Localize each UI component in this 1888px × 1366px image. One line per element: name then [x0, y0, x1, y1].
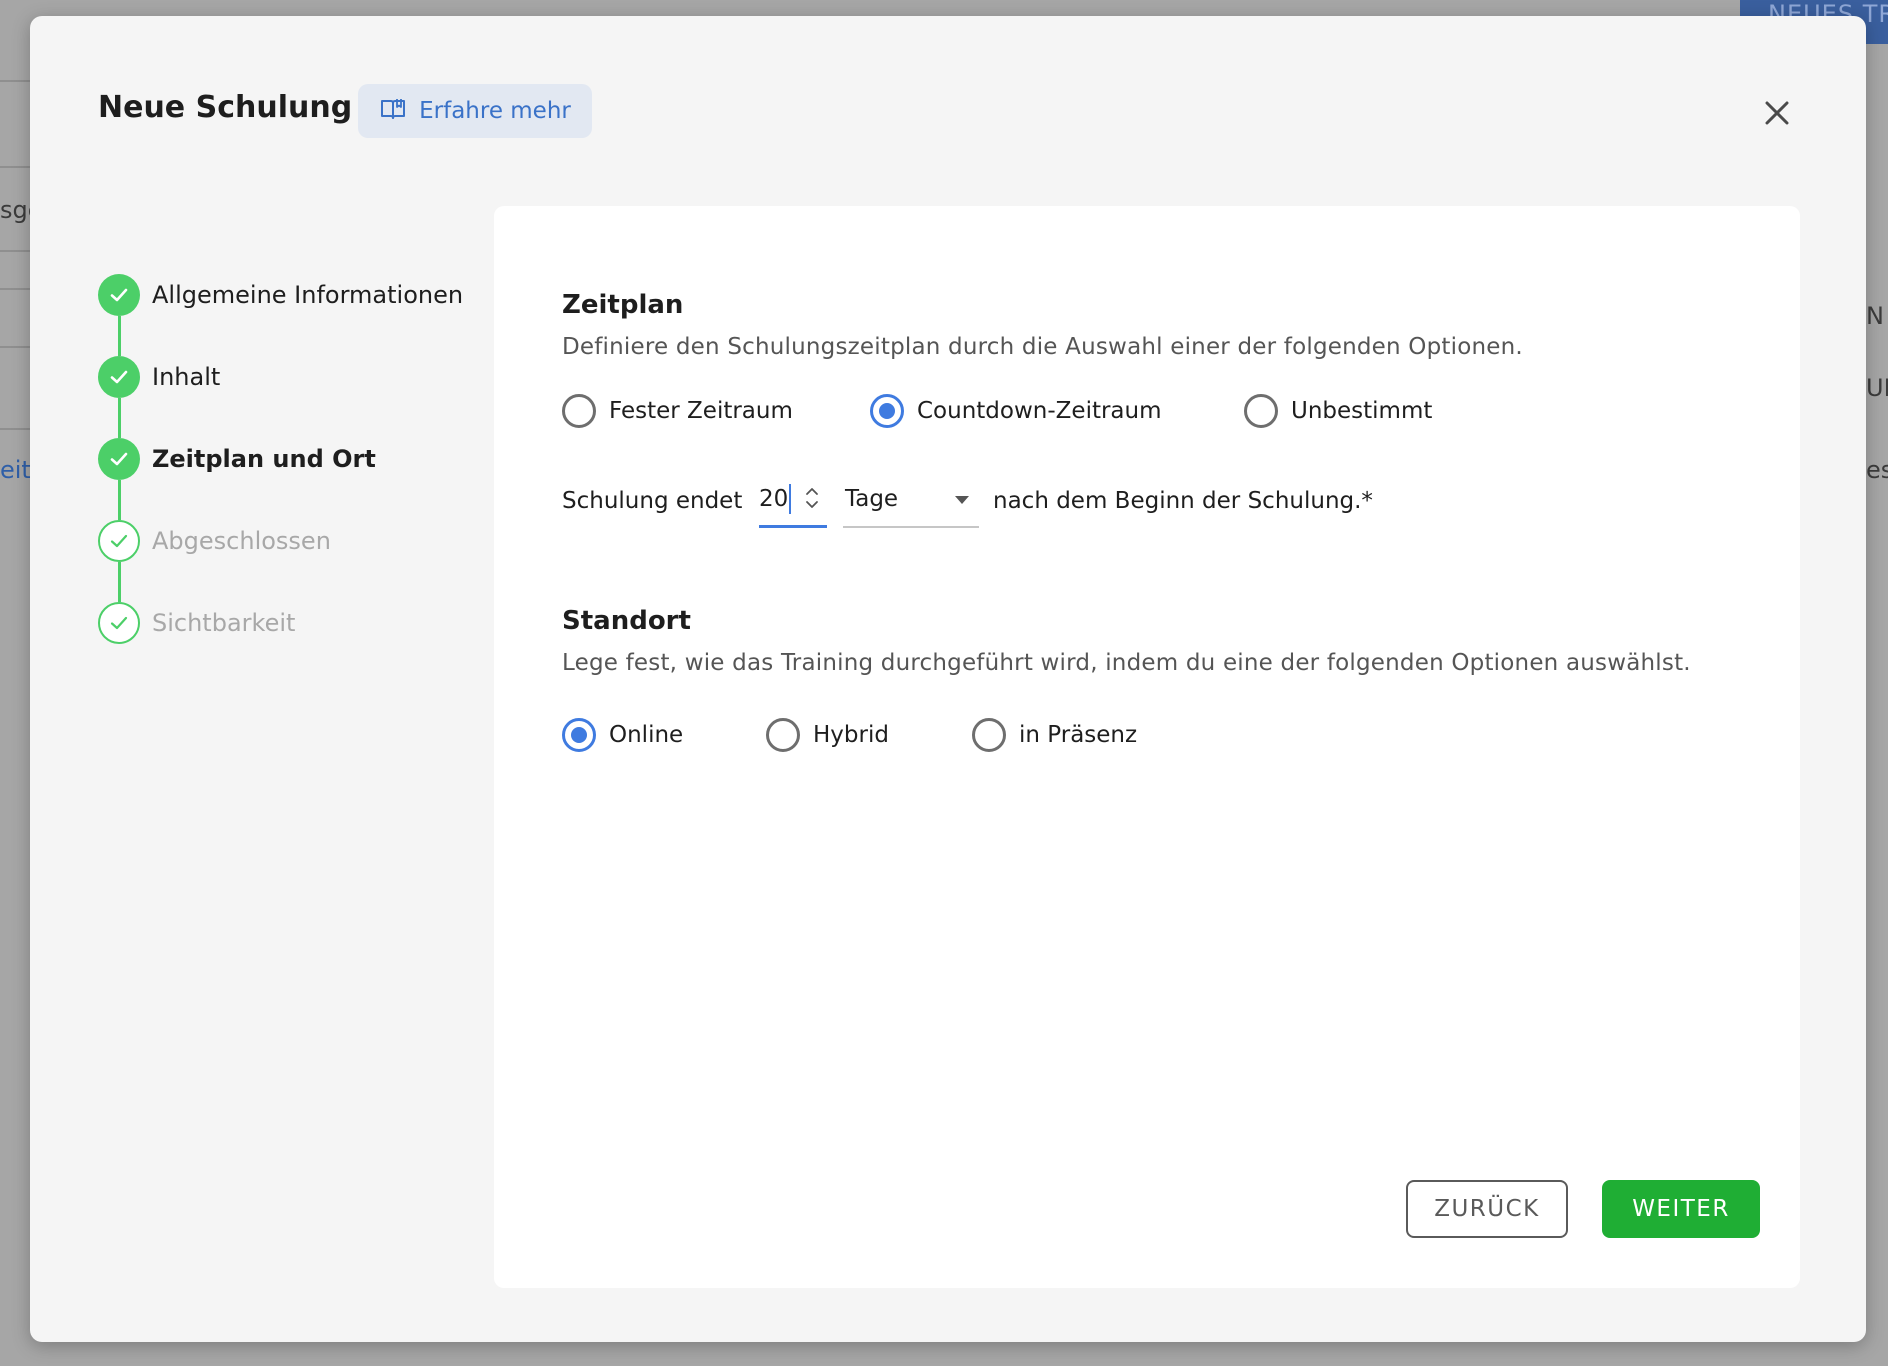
- step-current-indicator: [98, 438, 140, 480]
- step-connector: [118, 480, 121, 520]
- radio-dot: [571, 727, 587, 743]
- form-card: Zeitplan Definiere den Schulungszeitplan…: [494, 206, 1800, 1288]
- schedule-title: Zeitplan: [562, 290, 684, 320]
- radio-checked: [870, 394, 904, 428]
- radio-label: Online: [609, 722, 684, 748]
- step-completed[interactable]: Abgeschlossen: [98, 520, 331, 562]
- check-icon: [110, 370, 128, 384]
- step-general-information[interactable]: Allgemeine Informationen: [98, 274, 463, 316]
- radio-label: Countdown-Zeitraum: [917, 398, 1162, 424]
- step-label: Inhalt: [152, 363, 221, 391]
- close-button[interactable]: [1760, 96, 1794, 130]
- location-options: Online Hybrid in Präsenz: [562, 718, 1262, 754]
- radio-checked: [562, 718, 596, 752]
- background-divider: [0, 346, 30, 348]
- radio-label: Fester Zeitraum: [609, 398, 793, 424]
- next-button[interactable]: WEITER: [1602, 1180, 1760, 1238]
- radio-unchecked: [1244, 394, 1278, 428]
- close-icon: [1765, 101, 1789, 125]
- background-divider: [0, 166, 30, 168]
- countdown-value: 20: [759, 486, 789, 512]
- step-connector: [118, 562, 121, 602]
- radio-label: Hybrid: [813, 722, 889, 748]
- radio-hybrid[interactable]: Hybrid: [766, 718, 889, 752]
- radio-label: in Präsenz: [1019, 722, 1138, 748]
- countdown-unit-select[interactable]: Tage: [843, 478, 979, 528]
- countdown-days-input[interactable]: 20: [759, 478, 827, 528]
- radio-countdown-period[interactable]: Countdown-Zeitraum: [870, 394, 1162, 428]
- radio-dot: [879, 403, 895, 419]
- step-pending-indicator: [98, 602, 140, 644]
- check-icon: [110, 534, 128, 548]
- step-connector: [118, 316, 121, 356]
- background-text: es: [1866, 456, 1888, 484]
- radio-fixed-period[interactable]: Fester Zeitraum: [562, 394, 793, 428]
- check-icon: [110, 616, 128, 630]
- background-divider: [0, 428, 30, 430]
- step-label: Allgemeine Informationen: [152, 281, 464, 309]
- step-completed-indicator: [98, 274, 140, 316]
- check-icon: [110, 452, 128, 466]
- radio-online[interactable]: Online: [562, 718, 683, 752]
- schedule-options: Fester Zeitraum Countdown-Zeitraum Unbes…: [562, 394, 1462, 430]
- step-schedule-and-location[interactable]: Zeitplan und Ort: [98, 438, 376, 480]
- step-completed-indicator: [98, 356, 140, 398]
- step-visibility[interactable]: Sichtbarkeit: [98, 602, 295, 644]
- background-divider: [0, 80, 30, 82]
- step-label: Abgeschlossen: [152, 527, 331, 555]
- countdown-row: Schulung endet 20 Tage nach dem Beginn d…: [562, 478, 1462, 528]
- spinner-arrows-icon: [806, 488, 818, 508]
- location-description: Lege fest, wie das Training durchgeführt…: [562, 650, 1691, 676]
- check-icon: [110, 288, 128, 302]
- number-spinner[interactable]: [803, 484, 821, 512]
- background-divider: [0, 288, 30, 290]
- background-divider: [0, 250, 30, 252]
- step-pending-indicator: [98, 520, 140, 562]
- countdown-suffix: nach dem Beginn der Schulung.*: [993, 488, 1373, 514]
- back-button[interactable]: ZURÜCK: [1406, 1180, 1568, 1238]
- learn-more-label: Erfahre mehr: [419, 98, 571, 124]
- location-title: Standort: [562, 606, 691, 636]
- radio-indefinite[interactable]: Unbestimmt: [1244, 394, 1432, 428]
- countdown-prefix: Schulung endet: [562, 488, 743, 514]
- radio-unchecked: [562, 394, 596, 428]
- step-label: Sichtbarkeit: [152, 609, 296, 637]
- book-icon: [379, 96, 407, 126]
- background-text: sge: [0, 196, 30, 224]
- step-connector: [118, 398, 121, 438]
- radio-unchecked: [766, 718, 800, 752]
- select-value: Tage: [845, 486, 899, 512]
- background-link: eit: [0, 456, 30, 484]
- radio-label: Unbestimmt: [1291, 398, 1433, 424]
- radio-in-person[interactable]: in Präsenz: [972, 718, 1137, 752]
- background-text: UR: [1866, 374, 1888, 402]
- background-text: N: [1866, 302, 1884, 330]
- step-content[interactable]: Inhalt: [98, 356, 220, 398]
- caret-down-icon: [955, 496, 969, 504]
- radio-unchecked: [972, 718, 1006, 752]
- new-training-dialog: Neue Schulung Erfahre mehr Allgemeine In…: [30, 16, 1866, 1342]
- dialog-title: Neue Schulung: [98, 90, 353, 125]
- learn-more-button[interactable]: Erfahre mehr: [358, 84, 592, 138]
- schedule-description: Definiere den Schulungszeitplan durch di…: [562, 334, 1523, 360]
- text-cursor: [789, 484, 791, 514]
- step-label: Zeitplan und Ort: [152, 445, 376, 473]
